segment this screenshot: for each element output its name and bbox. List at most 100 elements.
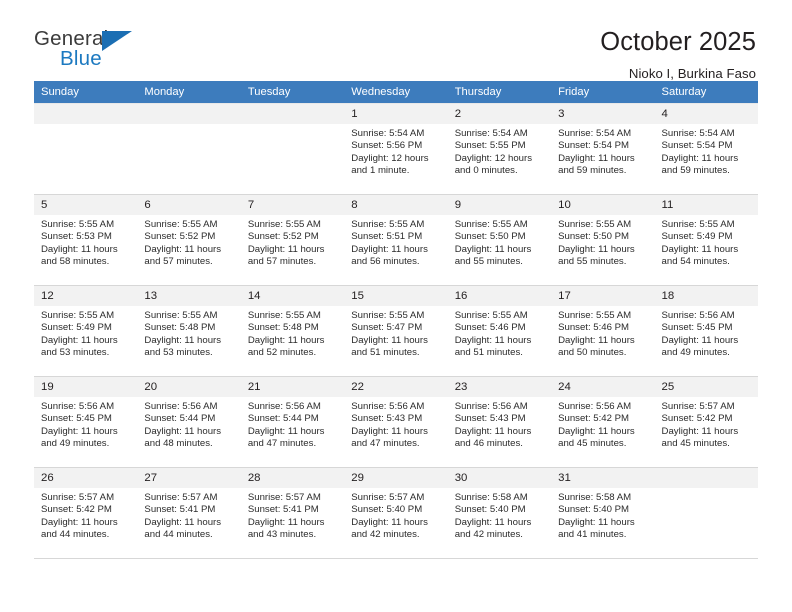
day-cell-inner: 16 Sunrise: 5:55 AM Sunset: 5:46 PM Dayligh… — [447, 286, 552, 376]
calendar-week-row: 19 Sunrise: 5:56 AM Sunset: 5:45 PM Dayligh… — [34, 376, 758, 468]
calendar-week-row: 5 Sunrise: 5:55 AM Sunset: 5:53 PM Daylight… — [34, 194, 758, 286]
sunrise-text: Sunrise: 5:57 AM — [351, 492, 425, 503]
daylight-text-line2: and 59 minutes. — [661, 165, 730, 177]
sunrise-text: Sunrise: 5:55 AM — [454, 310, 528, 321]
daylight-text-line1: Daylight: 11 hours — [247, 334, 325, 346]
calendar-day-cell[interactable]: 28 Sunrise: 5:57 AM Sunset: 5:41 PM Dayligh… — [240, 467, 345, 559]
daylight-text-line2: and 45 minutes. — [558, 438, 627, 450]
calendar-day-cell[interactable]: 21 Sunrise: 5:56 AM Sunset: 5:44 PM Dayligh… — [240, 376, 345, 468]
sunset-text: Sunset: 5:52 PM — [247, 231, 319, 243]
sunrise-text: Sunrise: 5:54 AM — [661, 128, 735, 139]
day-details: Sunrise: 5:56 AM Sunset: 5:45 PM Daylight:… — [655, 306, 758, 360]
day-cell-inner: 25 Sunrise: 5:57 AM Sunset: 5:42 PM Dayligh… — [654, 377, 758, 467]
daylight-text-line1: Daylight: 11 hours — [661, 425, 739, 437]
calendar-day-cell[interactable]: 17 Sunrise: 5:55 AM Sunset: 5:46 PM Dayligh… — [551, 285, 655, 377]
calendar-day-cell[interactable]: 15 Sunrise: 5:55 AM Sunset: 5:47 PM Dayligh… — [344, 285, 448, 377]
calendar-day-cell[interactable]: 16 Sunrise: 5:55 AM Sunset: 5:46 PM Dayligh… — [447, 285, 552, 377]
daylight-text-line2: and 47 minutes. — [247, 438, 317, 450]
calendar-day-cell[interactable]: 23 Sunrise: 5:56 AM Sunset: 5:43 PM Dayligh… — [447, 376, 552, 468]
sunrise-text: Sunrise: 5:56 AM — [41, 401, 115, 412]
generalblue-logo[interactable]: General Blue — [34, 28, 144, 75]
day-details: Sunrise: 5:56 AM Sunset: 5:43 PM Daylight:… — [344, 397, 447, 451]
day-number: 3 — [551, 104, 655, 124]
sunset-text: Sunset: 5:45 PM — [41, 413, 112, 425]
day-number: 20 — [137, 377, 241, 397]
sunset-text: Sunset: 5:54 PM — [558, 140, 630, 152]
day-details: Sunrise: 5:55 AM Sunset: 5:48 PM Daylight:… — [137, 306, 240, 360]
sunrise-text: Sunrise: 5:54 AM — [454, 128, 528, 139]
day-cell-inner: 9 Sunrise: 5:55 AM Sunset: 5:50 PM Daylight… — [447, 195, 552, 285]
day-cell-inner: 29 Sunrise: 5:57 AM Sunset: 5:40 PM Dayligh… — [344, 468, 448, 558]
calendar-day-cell[interactable]: 8 Sunrise: 5:55 AM Sunset: 5:51 PM Daylight… — [344, 194, 448, 286]
daylight-text-line2: and 48 minutes. — [144, 438, 213, 450]
day-cell-inner: 1 Sunrise: 5:54 AM Sunset: 5:56 PM Daylight… — [344, 104, 448, 194]
logo-triangle-icon — [102, 31, 132, 51]
calendar-day-cell[interactable]: 4 Sunrise: 5:54 AM Sunset: 5:54 PM Daylight… — [654, 103, 758, 195]
calendar-day-cell[interactable]: 22 Sunrise: 5:56 AM Sunset: 5:43 PM Dayligh… — [344, 376, 448, 468]
sunrise-text: Sunrise: 5:56 AM — [351, 401, 425, 412]
day-number: 1 — [344, 104, 448, 124]
day-number: 25 — [654, 377, 758, 397]
calendar-body: 1 Sunrise: 5:54 AM Sunset: 5:56 PM Daylight… — [34, 103, 758, 559]
day-number: 6 — [137, 195, 241, 215]
daylight-text-line2: and 0 minutes. — [454, 165, 518, 177]
calendar-day-cell[interactable]: 27 Sunrise: 5:57 AM Sunset: 5:41 PM Dayligh… — [137, 467, 241, 559]
daylight-text-line1: Daylight: 11 hours — [558, 334, 635, 346]
calendar-day-cell[interactable]: 12 Sunrise: 5:55 AM Sunset: 5:49 PM Dayligh… — [34, 285, 138, 377]
day-details: Sunrise: 5:55 AM Sunset: 5:52 PM Daylight:… — [241, 215, 344, 269]
calendar-header-row: Sunday Monday Tuesday Wednesday Thursday Frid… — [34, 81, 758, 104]
sunrise-text: Sunrise: 5:56 AM — [661, 310, 735, 321]
day-number: 8 — [344, 195, 448, 215]
calendar-day-cell[interactable]: 19 Sunrise: 5:56 AM Sunset: 5:45 PM Dayligh… — [34, 376, 138, 468]
calendar-day-cell[interactable]: 20 Sunrise: 5:56 AM Sunset: 5:44 PM Dayligh… — [137, 376, 241, 468]
weekday-header: Sunday Monday Tuesday Wednesday Thursday Frid… — [34, 81, 758, 104]
calendar-day-cell[interactable]: 11 Sunrise: 5:55 AM Sunset: 5:49 PM Dayligh… — [654, 194, 758, 286]
daylight-text-line1: Daylight: 11 hours — [454, 425, 532, 437]
calendar-day-cell[interactable]: 25 Sunrise: 5:57 AM Sunset: 5:42 PM Dayligh… — [654, 376, 758, 468]
calendar-day-cell[interactable]: 5 Sunrise: 5:55 AM Sunset: 5:53 PM Daylight… — [34, 194, 138, 286]
day-cell-inner: 21 Sunrise: 5:56 AM Sunset: 5:44 PM Dayligh… — [240, 377, 345, 467]
calendar-day-cell[interactable]: 2 Sunrise: 5:54 AM Sunset: 5:55 PM Daylight… — [447, 103, 552, 195]
page-subtitle: Nioko I, Burkina Faso — [628, 65, 756, 81]
day-number: 26 — [34, 468, 138, 488]
sunset-text: Sunset: 5:44 PM — [247, 413, 319, 425]
daylight-text-line1: Daylight: 11 hours — [41, 334, 118, 346]
daylight-text-line2: and 41 minutes. — [558, 529, 627, 541]
sunset-text: Sunset: 5:41 PM — [144, 504, 216, 516]
calendar-day-cell[interactable]: 7 Sunrise: 5:55 AM Sunset: 5:52 PM Daylight… — [240, 194, 345, 286]
calendar-day-cell[interactable]: 31 Sunrise: 5:58 AM Sunset: 5:40 PM Dayligh… — [551, 467, 655, 559]
calendar-day-cell[interactable]: 10 Sunrise: 5:55 AM Sunset: 5:50 PM Dayligh… — [551, 194, 655, 286]
day-number: 2 — [447, 104, 552, 124]
daylight-text-line2: and 57 minutes. — [247, 256, 317, 268]
calendar-day-cell[interactable]: 6 Sunrise: 5:55 AM Sunset: 5:52 PM Daylight… — [137, 194, 241, 286]
calendar-day-cell[interactable]: 13 Sunrise: 5:55 AM Sunset: 5:48 PM Dayligh… — [137, 285, 241, 377]
day-details: Sunrise: 5:58 AM Sunset: 5:40 PM Daylight:… — [551, 488, 654, 542]
calendar-day-cell[interactable]: 29 Sunrise: 5:57 AM Sunset: 5:40 PM Dayligh… — [344, 467, 448, 559]
page-title: October 2025 — [600, 28, 756, 56]
calendar-day-cell[interactable]: 24 Sunrise: 5:56 AM Sunset: 5:42 PM Dayligh… — [551, 376, 655, 468]
day-cell-inner: 6 Sunrise: 5:55 AM Sunset: 5:52 PM Daylight… — [137, 195, 241, 285]
calendar-day-cell[interactable]: 18 Sunrise: 5:56 AM Sunset: 5:45 PM Dayligh… — [654, 285, 758, 377]
day-cell-inner: 5 Sunrise: 5:55 AM Sunset: 5:53 PM Daylight… — [34, 195, 138, 285]
sunset-text: Sunset: 5:45 PM — [661, 322, 733, 334]
calendar-day-cell[interactable]: 3 Sunrise: 5:54 AM Sunset: 5:54 PM Daylight… — [551, 103, 655, 195]
sunset-text: Sunset: 5:56 PM — [351, 140, 423, 152]
sunrise-text: Sunrise: 5:57 AM — [144, 492, 218, 503]
calendar-day-cell[interactable]: 1 Sunrise: 5:54 AM Sunset: 5:56 PM Daylight… — [344, 103, 448, 195]
sunset-text: Sunset: 5:48 PM — [247, 322, 319, 334]
title-block: October 2025 Nioko I, Burkina Faso — [600, 28, 758, 81]
daylight-text-line1: Daylight: 11 hours — [558, 516, 635, 528]
day-details: Sunrise: 5:54 AM Sunset: 5:54 PM Daylight:… — [551, 124, 654, 178]
calendar-day-cell[interactable]: 9 Sunrise: 5:55 AM Sunset: 5:50 PM Daylight… — [447, 194, 552, 286]
calendar-week-row: 12 Sunrise: 5:55 AM Sunset: 5:49 PM Dayligh… — [34, 285, 758, 377]
day-details: Sunrise: 5:55 AM Sunset: 5:49 PM Daylight:… — [655, 215, 758, 269]
day-number: 13 — [137, 286, 241, 306]
day-cell-inner: 22 Sunrise: 5:56 AM Sunset: 5:43 PM Dayligh… — [344, 377, 448, 467]
calendar-day-cell[interactable]: 26 Sunrise: 5:57 AM Sunset: 5:42 PM Dayligh… — [34, 467, 138, 559]
sunrise-text: Sunrise: 5:56 AM — [454, 401, 528, 412]
calendar-day-cell[interactable]: 30 Sunrise: 5:58 AM Sunset: 5:40 PM Dayligh… — [447, 467, 552, 559]
day-details: Sunrise: 5:57 AM Sunset: 5:40 PM Daylight:… — [344, 488, 447, 542]
daylight-text-line1: Daylight: 11 hours — [247, 516, 325, 528]
calendar-day-cell[interactable]: 14 Sunrise: 5:55 AM Sunset: 5:48 PM Dayligh… — [240, 285, 345, 377]
sunrise-text: Sunrise: 5:55 AM — [247, 310, 321, 321]
